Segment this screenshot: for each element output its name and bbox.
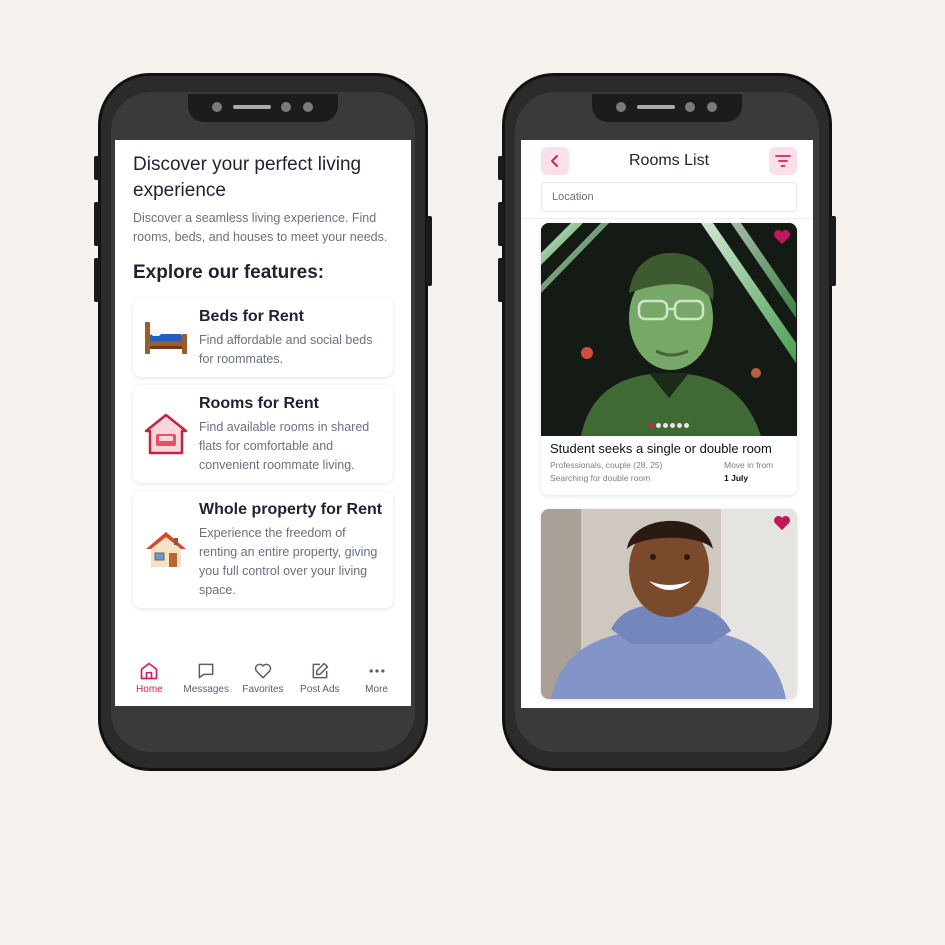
speaker-grille xyxy=(233,105,271,109)
power-button xyxy=(830,216,836,286)
volume-down-button xyxy=(94,258,100,302)
move-in-info: Move in from 1 July xyxy=(724,459,788,485)
listing-subtitle: Professionals, couple (28, 25) xyxy=(550,460,663,470)
features-heading: Explore our features: xyxy=(133,262,325,283)
listing-photo xyxy=(541,223,797,436)
home-icon xyxy=(141,662,158,680)
nav-messages[interactable]: Messages xyxy=(178,661,234,695)
listing-meta: Professionals, couple (28, 25) Searching… xyxy=(550,459,788,485)
filter-icon xyxy=(775,155,791,167)
sensor-dot xyxy=(616,102,626,112)
listing-title: Student seeks a single or double room xyxy=(550,441,772,456)
move-in-date: 1 July xyxy=(724,473,749,483)
feature-title: Whole property for Rent xyxy=(199,501,383,518)
volume-up-button xyxy=(94,202,100,246)
speaker-grille xyxy=(637,105,675,109)
nav-favorites[interactable]: Favorites xyxy=(235,661,291,695)
nav-label: Home xyxy=(136,684,163,695)
mute-switch xyxy=(498,156,504,180)
nav-label: Post Ads xyxy=(300,684,340,695)
page-title: Rooms List xyxy=(628,152,710,169)
listing-card[interactable] xyxy=(541,509,797,699)
carousel-dot[interactable] xyxy=(677,423,682,428)
listing-details: Professionals, couple (28, 25) Searching… xyxy=(550,459,662,485)
nav-more[interactable]: More xyxy=(349,661,405,695)
feature-card-whole-property[interactable]: Whole property for Rent Experience the f… xyxy=(133,491,393,608)
feature-title: Rooms for Rent xyxy=(199,395,319,412)
nav-label: Favorites xyxy=(242,684,284,695)
carousel-dot[interactable] xyxy=(649,423,654,428)
rooms-list-screen: Rooms List Location Student seeks a sing… xyxy=(521,140,813,708)
carousel-dot[interactable] xyxy=(670,423,675,428)
nav-label: More xyxy=(365,684,388,695)
feature-title: Beds for Rent xyxy=(199,308,304,325)
heart-icon xyxy=(254,663,272,679)
feature-description: Find affordable and social beds for room… xyxy=(199,333,373,366)
bottom-nav: Home Messages Favorites Post Ads More xyxy=(115,650,411,706)
more-icon xyxy=(369,669,385,673)
mute-switch xyxy=(94,156,100,180)
listing-body: Student seeks a single or double room Pr… xyxy=(541,436,797,495)
sensor-dot xyxy=(212,102,222,112)
camera-dot xyxy=(281,102,291,112)
power-button xyxy=(426,216,432,286)
chevron-left-icon xyxy=(551,155,558,167)
hero-description: Discover a seamless living experience. F… xyxy=(133,211,388,244)
feature-description: Find available rooms in shared flats for… xyxy=(199,420,370,472)
listing-photo xyxy=(541,509,797,699)
message-icon xyxy=(198,663,214,679)
phone-frame-home: Discover your perfect living experience … xyxy=(94,73,432,771)
nav-label: Messages xyxy=(183,684,229,695)
location-input[interactable]: Location xyxy=(541,182,797,212)
room-house-icon xyxy=(139,393,193,475)
camera-dot xyxy=(303,102,313,112)
nav-post-ads[interactable]: Post Ads xyxy=(292,661,348,695)
divider xyxy=(521,218,813,219)
phone-frame-rooms-list: Rooms List Location Student seeks a sing… xyxy=(498,73,836,771)
person-photo-illustration xyxy=(541,223,796,436)
camera-dot xyxy=(707,102,717,112)
favorite-heart-icon[interactable] xyxy=(773,229,791,245)
feature-card-beds[interactable]: Beds for Rent Find affordable and social… xyxy=(133,298,393,377)
volume-down-button xyxy=(498,258,504,302)
move-in-label: Move in from xyxy=(724,460,774,470)
camera-dot xyxy=(685,102,695,112)
phone-notch xyxy=(592,94,742,122)
bed-icon xyxy=(139,306,193,369)
person-photo-illustration xyxy=(541,509,796,699)
house-icon xyxy=(139,499,193,600)
favorite-heart-icon[interactable] xyxy=(773,515,791,531)
home-screen: Discover your perfect living experience … xyxy=(115,140,411,706)
hero-title: Discover your perfect living experience xyxy=(133,154,362,201)
volume-up-button xyxy=(498,202,504,246)
back-button[interactable] xyxy=(541,147,569,175)
carousel-dot[interactable] xyxy=(684,423,689,428)
carousel-dot[interactable] xyxy=(656,423,661,428)
nav-home[interactable]: Home xyxy=(121,661,177,695)
filter-button[interactable] xyxy=(769,147,797,175)
rooms-list-header: Rooms List xyxy=(521,140,813,182)
carousel-dots[interactable] xyxy=(649,423,689,428)
listing-subtitle: Searching for double room xyxy=(550,473,651,483)
edit-icon xyxy=(312,662,329,679)
phone-notch xyxy=(188,94,338,122)
carousel-dot[interactable] xyxy=(663,423,668,428)
feature-description: Experience the freedom of renting an ent… xyxy=(199,526,378,597)
feature-card-rooms[interactable]: Rooms for Rent Find available rooms in s… xyxy=(133,385,393,483)
listing-card[interactable]: Student seeks a single or double room Pr… xyxy=(541,223,797,495)
